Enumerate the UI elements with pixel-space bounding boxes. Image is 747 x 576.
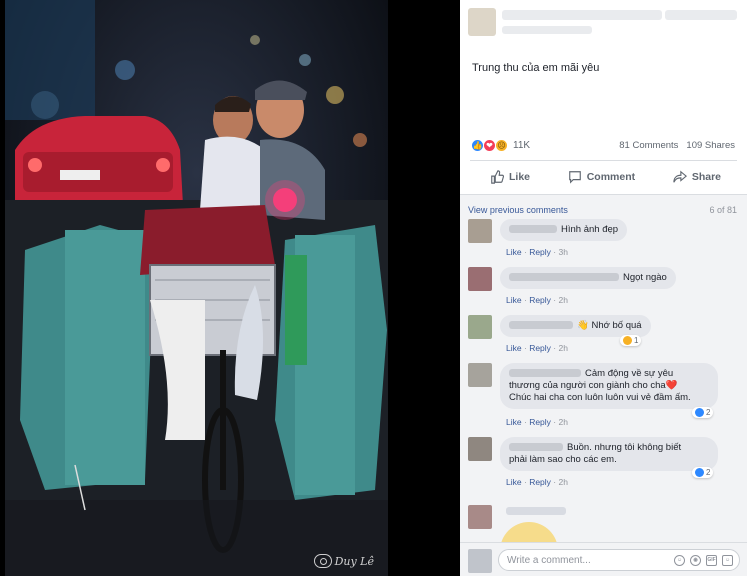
comment-bubble: Hình ảnh đẹp	[500, 219, 628, 241]
comment-bubble: Cảm động về sự yêu thương của người con …	[500, 363, 718, 409]
comment-bubble: Buồn. nhưng tôi không biết phải làm sao …	[500, 437, 718, 471]
comment-text: Hình ảnh đẹp	[561, 224, 619, 235]
comments-pagination-count: 6 of 81	[709, 205, 737, 215]
camera-logo-icon	[313, 554, 332, 568]
emoji-icon[interactable]: ☺	[674, 554, 685, 566]
sad-reaction-icon	[623, 336, 632, 345]
comment-label: Comment	[586, 171, 636, 183]
comment-time[interactable]: 2h	[559, 343, 568, 353]
comment-reaction-badge[interactable]: 1	[620, 335, 642, 346]
divider	[470, 160, 737, 161]
comments-count-link[interactable]: 81 Comments	[619, 140, 678, 151]
comment-text-line: phải làm sao cho các em.	[509, 454, 617, 465]
share-arrow-icon	[673, 170, 687, 183]
comment-reaction-count: 1	[634, 336, 639, 345]
author-avatar[interactable]	[468, 8, 496, 36]
comment-button[interactable]: Comment	[568, 170, 635, 184]
comment-like-link[interactable]: Like	[506, 477, 522, 487]
like-reaction-icon	[695, 468, 704, 477]
comment-bubble: Ngọt ngào	[500, 267, 676, 289]
comment-time[interactable]: 3h	[559, 247, 568, 257]
like-label: Like	[509, 171, 531, 183]
sticker-icon[interactable]: ☺	[722, 554, 733, 566]
page-follow-link[interactable]	[665, 10, 737, 20]
comment-reaction-badge[interactable]: 2	[692, 407, 714, 418]
comment-time[interactable]: 2h	[559, 417, 568, 427]
comments-section: View previous comments 6 of 81 Hình ảnh …	[460, 194, 747, 542]
comment-meta: Like · Reply · 2h	[506, 417, 568, 427]
comment-like-link[interactable]: Like	[506, 247, 522, 257]
comment-text-line: Cảm động về sự yêu	[585, 368, 674, 379]
share-label: Share	[691, 171, 721, 183]
commenter-name[interactable]	[509, 369, 581, 378]
comment-bubble-icon	[568, 171, 581, 184]
sad-reaction-icon: ☹	[495, 139, 508, 152]
camera-icon[interactable]: ◉	[690, 554, 701, 566]
photo-image	[5, 0, 388, 576]
comment-input-box[interactable]: ☺ ◉ GIF ☺	[498, 549, 740, 571]
comment-meta: Like · Reply · 2h	[506, 295, 568, 305]
like-reaction-icon	[695, 408, 704, 417]
comment-time[interactable]: 2h	[559, 295, 568, 305]
comment-reply-link[interactable]: Reply	[529, 417, 551, 427]
comment-reaction-count: 2	[706, 408, 711, 417]
commenter-avatar[interactable]	[468, 315, 492, 339]
comment-time[interactable]: 2h	[559, 477, 568, 487]
reaction-count: 11K	[513, 140, 531, 151]
commenter-avatar[interactable]	[468, 267, 492, 291]
comment-bubble: 👋 Nhớ bố quá	[500, 315, 651, 337]
post-stats: 81 Comments 109 Shares	[619, 140, 735, 151]
comment-meta: Like · Reply · 3h	[506, 247, 568, 257]
comment-like-link[interactable]: Like	[506, 417, 522, 427]
post-sidebar: Trung thu của em mãi yêu 👍 ❤ ☹ 11K 81 Co…	[460, 0, 747, 576]
comment-like-link[interactable]: Like	[506, 295, 522, 305]
photographer-watermark: Duy Lê	[313, 554, 374, 568]
comment-text: Ngọt ngào	[623, 272, 667, 283]
post-caption: Trung thu của em mãi yêu	[472, 62, 600, 74]
comment-reply-link[interactable]: Reply	[529, 295, 551, 305]
comment-text-line: Chúc hai cha con luôn luôn vui vẻ đầm ấm…	[509, 392, 691, 403]
commenter-name[interactable]	[506, 507, 566, 515]
commenter-avatar[interactable]	[468, 363, 492, 387]
thumbs-up-icon	[491, 170, 504, 184]
post-photo[interactable]: Duy Lê	[5, 0, 388, 576]
comment-like-link[interactable]: Like	[506, 343, 522, 353]
comment-text-line: Buồn. nhưng tôi không biết	[567, 442, 682, 453]
comment-reaction-badge[interactable]: 2	[692, 467, 714, 478]
commenter-name[interactable]	[509, 443, 563, 452]
current-user-avatar	[468, 549, 492, 573]
commenter-name[interactable]	[509, 225, 557, 234]
gif-icon[interactable]: GIF	[706, 554, 717, 566]
commenter-avatar[interactable]	[468, 437, 492, 461]
commenter-avatar[interactable]	[468, 505, 492, 529]
commenter-name[interactable]	[509, 273, 619, 282]
comment-reply-link[interactable]: Reply	[529, 247, 551, 257]
photo-viewer: Duy Lê Trung thu của em mãi yêu 👍 ❤ ☹ 11…	[0, 0, 747, 576]
commenter-name[interactable]	[509, 321, 573, 330]
commenter-avatar[interactable]	[468, 219, 492, 243]
shares-count-link[interactable]: 109 Shares	[686, 140, 735, 151]
comment-composer: ☺ ◉ GIF ☺	[460, 542, 747, 576]
comment-reaction-count: 2	[706, 468, 711, 477]
comment-text: 👋 Nhớ bố quá	[577, 320, 642, 331]
photo-pane: Duy Lê	[0, 0, 460, 576]
post-timestamp[interactable]	[502, 26, 592, 34]
comment-reply-link[interactable]: Reply	[529, 343, 551, 353]
watermark-signature: Duy Lê	[334, 555, 374, 568]
comment-input[interactable]	[507, 554, 669, 566]
comment-text-line: thương của người con giành cho cha❤️	[509, 380, 678, 391]
reactions-summary[interactable]: 👍 ❤ ☹ 11K	[471, 139, 530, 152]
view-previous-comments-link[interactable]: View previous comments	[468, 205, 568, 215]
share-button[interactable]: Share	[673, 170, 721, 184]
like-button[interactable]: Like	[490, 170, 530, 184]
author-name[interactable]	[502, 10, 662, 20]
comment-reply-link[interactable]: Reply	[529, 477, 551, 487]
comment-meta: Like · Reply · 2h	[506, 343, 568, 353]
post-actions: Like Comment Share	[470, 163, 737, 191]
comment-meta: Like · Reply · 2h	[506, 477, 568, 487]
post-header	[460, 0, 747, 52]
